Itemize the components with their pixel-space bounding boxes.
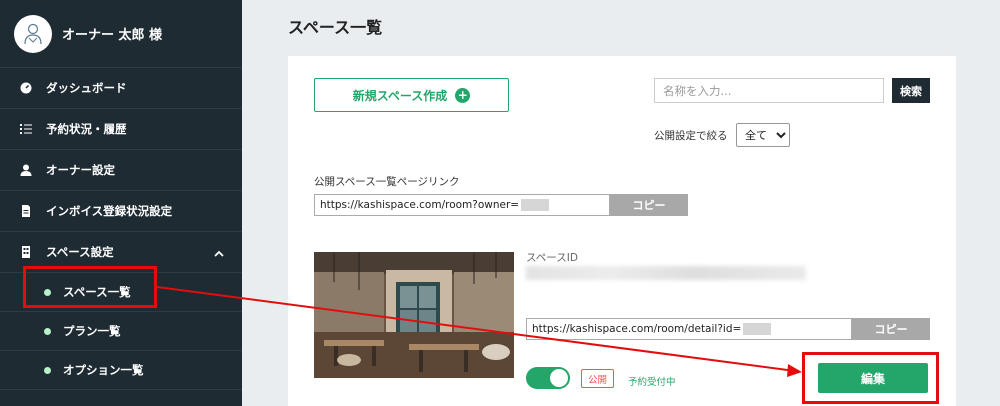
sidebar: オーナー 太郎 様 ダッシュボード 予約状況・履歴 オーナー設定 インボイス登録… (0, 0, 242, 406)
sidebar-item-invoice[interactable]: インボイス登録状況設定 (0, 191, 242, 232)
public-link-field[interactable]: https://kashispace.com/room?owner= (314, 194, 610, 216)
search-input[interactable] (654, 78, 884, 103)
sidebar-subitem-label: プラン一覧 (63, 324, 121, 338)
new-space-button[interactable]: 新規スペース作成 + (314, 78, 509, 112)
public-badge: 公開 (581, 369, 615, 388)
sidebar-item-dashboard[interactable]: ダッシュボード (0, 68, 242, 109)
filter-label: 公開設定で絞る (654, 130, 728, 142)
document-icon (20, 205, 32, 217)
sidebar-item-label: インボイス登録状況設定 (46, 204, 173, 218)
sidebar-subitem-option-list[interactable]: オプション一覧 (0, 351, 242, 390)
redacted-space-name (526, 266, 806, 280)
publish-toggle[interactable] (526, 367, 570, 389)
reservation-status: 予約受付中 (628, 377, 676, 388)
sidebar-item-label: オーナー設定 (46, 163, 115, 177)
list-icon (20, 123, 32, 135)
profile[interactable]: オーナー 太郎 様 (0, 0, 242, 68)
bullet-dot-icon (44, 366, 51, 374)
space-id-label: スペースID (526, 252, 578, 264)
plus-icon: + (455, 87, 471, 103)
bullet-dot-icon (44, 327, 51, 335)
sidebar-item-owner-settings[interactable]: オーナー設定 (0, 150, 242, 191)
visibility-filter-select[interactable]: 全て (736, 123, 790, 147)
sidebar-item-label: スペース設定 (46, 245, 114, 259)
chevron-up-icon[interactable] (214, 246, 224, 260)
new-space-label: 新規スペース作成 (352, 88, 448, 103)
toggle-knob (550, 369, 568, 387)
building-icon (20, 246, 32, 258)
copy-public-link-button[interactable]: コピー (610, 194, 688, 216)
page-title: スペース一覧 (288, 18, 383, 37)
sidebar-subitem-plan-list[interactable]: プラン一覧 (0, 312, 242, 351)
sidebar-subitem-label: オプション一覧 (63, 363, 144, 377)
search-button[interactable]: 検索 (892, 78, 930, 103)
sidebar-item-label: 予約状況・履歴 (46, 122, 127, 136)
sidebar-item-label: ダッシュボード (46, 81, 127, 95)
space-detail-link-field[interactable]: https://kashispace.com/room/detail?id= (526, 318, 852, 340)
person-avatar-icon (24, 23, 42, 44)
redacted-block (743, 323, 772, 335)
space-thumbnail[interactable] (314, 252, 514, 378)
person-icon (20, 164, 32, 176)
public-link-label: 公開スペース一覧ページリンク (314, 176, 460, 188)
user-name: オーナー 太郎 様 (62, 28, 163, 43)
dashboard-icon (20, 82, 32, 94)
sidebar-item-reservations[interactable]: 予約状況・履歴 (0, 109, 242, 150)
highlight-box-edit (802, 352, 939, 404)
public-link-url: https://kashispace.com/room?owner= (320, 199, 520, 211)
copy-detail-link-button[interactable]: コピー (852, 318, 930, 340)
space-detail-url: https://kashispace.com/room/detail?id= (532, 323, 742, 335)
highlight-box-space-list (23, 266, 157, 308)
avatar (14, 14, 52, 53)
redacted-block (521, 199, 550, 211)
